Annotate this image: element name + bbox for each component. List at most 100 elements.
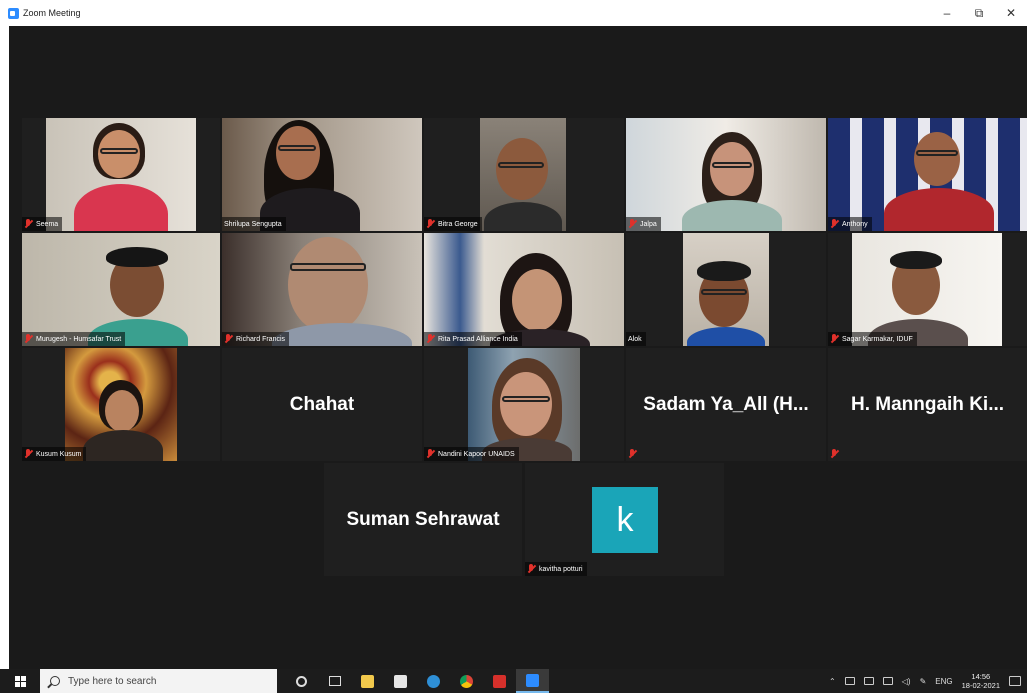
participant-video — [424, 233, 624, 346]
participant-name: Seema — [36, 220, 59, 228]
participant-tile-kusum-kusum[interactable]: Kusum Kusum — [22, 348, 220, 461]
name-tag — [626, 447, 641, 461]
chrome-button[interactable] — [450, 669, 483, 693]
edge-button[interactable] — [417, 669, 450, 693]
volume-icon[interactable]: ◁) — [902, 677, 911, 686]
name-tag — [828, 447, 843, 461]
participant-video — [683, 233, 769, 346]
participant-tile-sadam[interactable]: Sadam Ya_All (H... — [626, 348, 826, 461]
taskbar-apps — [285, 669, 549, 693]
task-view-icon — [328, 676, 341, 686]
name-tag: Richard Francis — [222, 332, 290, 346]
start-button[interactable] — [0, 669, 40, 693]
participant-name: Shrilupa Sengupta — [224, 220, 282, 228]
participant-video — [46, 118, 196, 231]
network-icon[interactable] — [863, 677, 874, 685]
participant-name: H. Manngaih Ki... — [850, 393, 1005, 415]
store-button[interactable] — [384, 669, 417, 693]
gallery-view: Seema Shrilupa Sengupta Bitra George Jal… — [9, 26, 1027, 669]
acrobat-icon — [493, 674, 506, 688]
participant-video — [626, 118, 826, 231]
name-tag: Jalpa — [626, 217, 661, 231]
participant-name: Anthony — [842, 220, 868, 228]
mic-muted-icon — [426, 449, 435, 459]
zoom-button[interactable] — [516, 669, 549, 693]
language-indicator[interactable]: ENG — [935, 677, 952, 686]
name-tag: Kusum Kusum — [22, 447, 86, 461]
participant-name: Suman Sehrawat — [346, 508, 500, 530]
participant-tile-seema[interactable]: Seema — [22, 118, 220, 231]
clock-time: 14:56 — [971, 672, 991, 681]
name-tag: Rita Prasad Alliance India — [424, 332, 522, 346]
clock-date: 18-02-2021 — [961, 681, 1000, 690]
name-tag: Shrilupa Sengupta — [222, 217, 286, 231]
participant-tile-chahat[interactable]: Chahat — [222, 348, 422, 461]
participant-name: Rita Prasad Alliance India — [438, 335, 518, 343]
participant-video — [222, 118, 422, 231]
participant-tile-kavitha-potturi[interactable]: k kavitha potturi — [525, 463, 724, 576]
clock[interactable]: 14:56 18-02-2021 — [962, 672, 1000, 690]
pen-icon[interactable]: ✎ — [920, 677, 927, 686]
participant-video — [480, 118, 566, 231]
avatar: k — [592, 487, 658, 553]
battery-icon[interactable] — [882, 677, 893, 685]
mic-muted-icon — [426, 219, 435, 229]
participant-name: Sagar Karmakar, IDUF — [842, 335, 913, 343]
search-icon — [50, 676, 60, 686]
name-tag: Anthony — [828, 217, 872, 231]
edge-icon — [427, 674, 440, 688]
participant-tile-bitra-george[interactable]: Bitra George — [424, 118, 624, 231]
participant-tile-richard-francis[interactable]: Richard Francis — [222, 233, 422, 346]
participant-video — [852, 233, 1002, 346]
minimize-button[interactable]: – — [931, 0, 963, 26]
participant-tile-shrilupa-sengupta[interactable]: Shrilupa Sengupta — [222, 118, 422, 231]
search-placeholder: Type here to search — [68, 675, 157, 687]
mic-muted-icon — [628, 449, 637, 459]
participant-name: Jalpa — [640, 220, 657, 228]
cortana-button[interactable] — [285, 669, 318, 693]
participant-tile-nandini-kapoor[interactable]: Nandini Kapoor UNAIDS — [424, 348, 624, 461]
mic-muted-icon — [830, 219, 839, 229]
participant-tile-sagar-karmakar[interactable]: Sagar Karmakar, IDUF — [828, 233, 1027, 346]
mic-muted-icon — [527, 564, 536, 574]
participant-video — [222, 233, 422, 346]
mic-muted-icon — [830, 449, 839, 459]
participant-video — [468, 348, 580, 461]
participant-tile-alok[interactable]: Alok — [626, 233, 826, 346]
participant-tile-anthony[interactable]: Anthony — [828, 118, 1027, 231]
participant-name: Bitra George — [438, 220, 478, 228]
name-tag: Nandini Kapoor UNAIDS — [424, 447, 519, 461]
system-tray: ⌃ ◁) ✎ ENG 14:56 18-02-2021 — [829, 669, 1027, 693]
window-title: Zoom Meeting — [23, 8, 81, 18]
participant-tile-murugesh[interactable]: Murugesh - Humsafar Trust — [22, 233, 220, 346]
mic-muted-icon — [224, 334, 233, 344]
mic-muted-icon — [628, 219, 637, 229]
participant-tile-suman-sehrawat[interactable]: Suman Sehrawat — [324, 463, 522, 576]
participant-tile-jalpa[interactable]: Jalpa — [626, 118, 826, 231]
participant-name: kavitha potturi — [539, 565, 583, 573]
mic-muted-icon — [24, 334, 33, 344]
participant-video — [828, 118, 1027, 231]
cortana-icon — [296, 675, 307, 687]
participant-name: Chahat — [289, 393, 355, 415]
name-tag: Seema — [22, 217, 63, 231]
name-tag: Sagar Karmakar, IDUF — [828, 332, 917, 346]
maximize-button[interactable]: ⧉ — [963, 0, 995, 26]
file-explorer-button[interactable] — [351, 669, 384, 693]
notifications-icon[interactable] — [1009, 676, 1021, 686]
folder-icon — [361, 674, 374, 688]
name-tag: kavitha potturi — [525, 562, 587, 576]
mic-muted-icon — [426, 334, 435, 344]
participant-tile-h-manngaih[interactable]: H. Manngaih Ki... — [828, 348, 1027, 461]
participant-name: Murugesh - Humsafar Trust — [36, 335, 122, 343]
display-icon[interactable] — [844, 677, 855, 685]
task-view-button[interactable] — [318, 669, 351, 693]
chevron-up-icon[interactable]: ⌃ — [829, 677, 836, 686]
zoom-icon — [526, 673, 539, 687]
close-button[interactable]: ✕ — [995, 0, 1027, 26]
participant-tile-rita-prasad[interactable]: Rita Prasad Alliance India — [424, 233, 624, 346]
search-input[interactable]: Type here to search — [40, 669, 277, 693]
taskbar: Type here to search ⌃ ◁) ✎ ENG 14:56 18-… — [0, 669, 1027, 693]
acrobat-button[interactable] — [483, 669, 516, 693]
name-tag: Alok — [626, 332, 646, 346]
